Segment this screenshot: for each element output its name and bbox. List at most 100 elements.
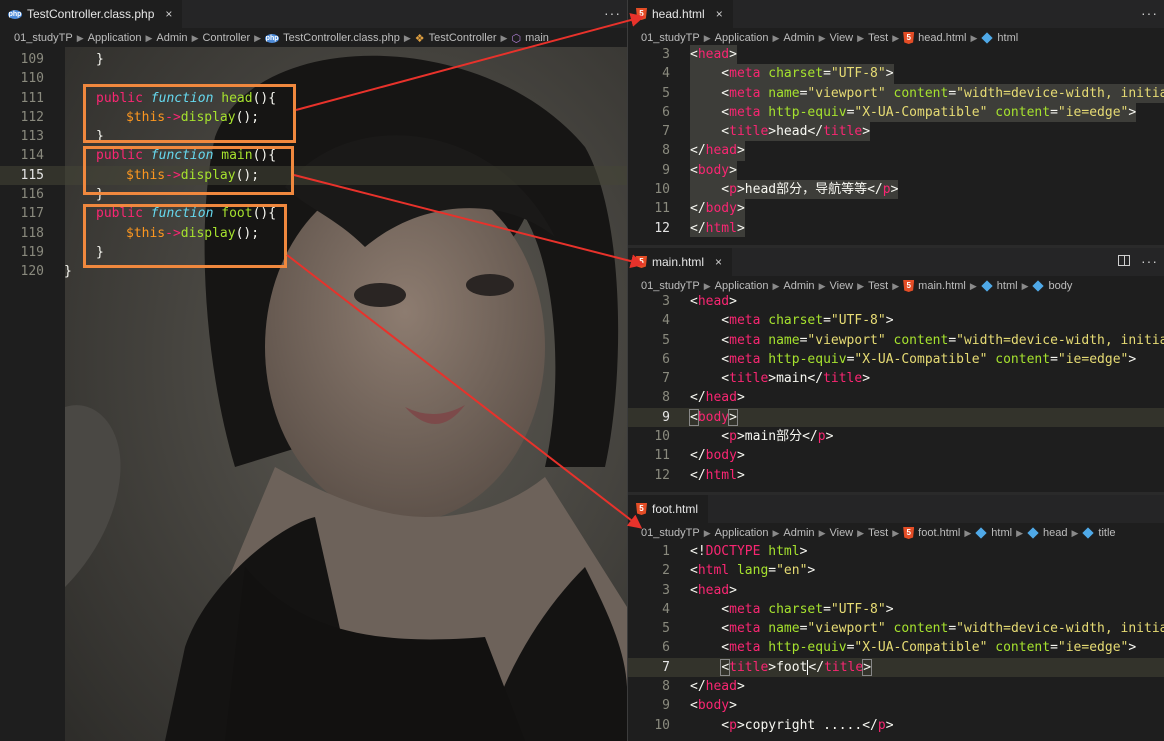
split-editor-icon[interactable] <box>1118 255 1130 266</box>
line-number: 11 <box>654 448 670 464</box>
foot-code-area[interactable]: 1 <!DOCTYPE html> 2 <html lang="en"> 3 <hea… <box>628 542 1164 741</box>
code-line: <head> <box>690 45 737 65</box>
line-number: 4 <box>662 601 670 617</box>
foot-tab-bar: 5 foot.html <box>628 495 1164 523</box>
line-number: 8 <box>662 390 670 406</box>
breadcrumb-item[interactable]: View <box>829 280 853 292</box>
line-number: 2 <box>662 563 670 579</box>
chevron-right-icon: ▶ <box>403 32 411 43</box>
line-number: 3 <box>662 582 670 598</box>
chevron-right-icon: ▶ <box>818 527 826 538</box>
breadcrumb-item[interactable]: Application <box>715 280 769 292</box>
breadcrumb-item[interactable]: 01_studyTP <box>641 32 700 44</box>
breadcrumb-item[interactable]: title <box>1098 527 1115 539</box>
breadcrumb-item[interactable]: Test <box>868 527 888 539</box>
line-number: 8 <box>662 679 670 695</box>
code-line: <title>head</title> <box>690 122 871 142</box>
close-icon[interactable]: × <box>715 255 722 269</box>
tab-label: TestController.class.php <box>27 7 155 21</box>
tab-foot-html[interactable]: 5 foot.html <box>628 495 709 523</box>
tab-testcontroller[interactable]: php TestController.class.php × <box>0 0 183 28</box>
more-actions-icon[interactable]: ··· <box>1141 253 1158 269</box>
chevron-right-icon: ▶ <box>892 32 900 43</box>
element-icon <box>1082 527 1095 539</box>
more-actions-icon[interactable]: ··· <box>1141 5 1158 21</box>
code-line: </head> <box>690 390 745 406</box>
code-line: </head> <box>690 679 745 695</box>
left-code-area[interactable]: 109} 110 111 public function head(){ 112 $… <box>0 50 627 282</box>
head-code-area[interactable]: 3 <head> 4 <meta charset="UTF-8"> 5 <meta… <box>628 45 1164 237</box>
left-tab-bar: php TestController.class.php × <box>0 0 627 28</box>
breadcrumb-item[interactable]: main <box>525 32 549 44</box>
breadcrumb-item[interactable]: 01_studyTP <box>14 32 73 44</box>
chevron-right-icon: ▶ <box>500 32 508 43</box>
breadcrumb-item[interactable]: body <box>1048 280 1072 292</box>
line-number: 6 <box>662 640 670 656</box>
breadcrumb-item[interactable]: head.html <box>918 32 966 44</box>
breadcrumb-item[interactable]: View <box>829 32 853 44</box>
chevron-right-icon: ▶ <box>892 280 900 291</box>
breadcrumb-item[interactable]: main.html <box>918 280 966 292</box>
code-line: <html lang="en"> <box>690 563 816 579</box>
breadcrumb-item[interactable]: TestController.class.php <box>283 32 400 44</box>
code-line: <meta charset="UTF-8"> <box>690 64 894 84</box>
breadcrumb-item[interactable]: Admin <box>783 280 814 292</box>
breadcrumb-item[interactable]: Application <box>715 527 769 539</box>
breadcrumb-item[interactable]: Controller <box>202 32 250 44</box>
line-number: 118 <box>20 225 44 241</box>
line-number: 114 <box>20 148 44 164</box>
code-line: </head> <box>690 141 745 161</box>
line-number: 7 <box>662 124 670 140</box>
line-number: 5 <box>662 332 670 348</box>
code-line: public function main(){ <box>96 148 277 164</box>
code-line: <p>main部分</p> <box>690 429 834 445</box>
line-number: 7 <box>662 659 670 675</box>
breadcrumb-item[interactable]: Test <box>868 280 888 292</box>
code-line: </body> <box>690 448 745 464</box>
main-code-area[interactable]: 3 <head> 4 <meta charset="UTF-8"> 5 <meta… <box>628 292 1164 485</box>
code-line: $this->display(); <box>126 109 260 125</box>
breadcrumb-item[interactable]: Admin <box>156 32 187 44</box>
close-icon[interactable]: × <box>716 7 723 21</box>
code-line: <meta charset="UTF-8"> <box>690 313 894 329</box>
line-number: 113 <box>20 129 44 145</box>
code-line: <head> <box>690 582 737 598</box>
breadcrumb-item[interactable]: 01_studyTP <box>641 527 700 539</box>
code-line: } <box>96 52 104 67</box>
more-actions-icon[interactable]: ··· <box>604 5 621 21</box>
tab-main-html[interactable]: 5 main.html × <box>628 248 733 276</box>
line-number: 5 <box>662 85 670 101</box>
breadcrumb-item[interactable]: Test <box>868 32 888 44</box>
chevron-right-icon: ▶ <box>772 280 780 291</box>
close-icon[interactable]: × <box>165 7 172 21</box>
breadcrumb-item[interactable]: Application <box>88 32 142 44</box>
chevron-right-icon: ▶ <box>818 280 826 291</box>
code-line: <body> <box>690 160 737 181</box>
tab-label: head.html <box>652 7 705 21</box>
html5-file-icon: 5 <box>636 503 647 515</box>
breadcrumb-item[interactable]: html <box>991 527 1012 539</box>
breadcrumb-item[interactable]: head <box>1043 527 1067 539</box>
breadcrumb-item[interactable]: Admin <box>783 527 814 539</box>
chevron-right-icon: ▶ <box>772 32 780 43</box>
breadcrumb-item[interactable]: Application <box>715 32 769 44</box>
breadcrumb-item[interactable]: 01_studyTP <box>641 280 700 292</box>
tab-head-html[interactable]: 5 head.html × <box>628 0 733 28</box>
code-line: </html> <box>690 467 745 483</box>
breadcrumb-item[interactable]: TestController <box>429 32 497 44</box>
breadcrumb-item[interactable]: foot.html <box>918 527 960 539</box>
line-number: 120 <box>20 264 44 280</box>
line-number: 10 <box>654 182 670 198</box>
breadcrumb-item[interactable]: html <box>997 280 1018 292</box>
code-line: <p>copyright .....</p> <box>690 717 894 733</box>
code-line: </body> <box>690 199 745 219</box>
line-number: 10 <box>654 429 670 445</box>
breadcrumb-item[interactable]: html <box>997 32 1018 44</box>
breadcrumb: 01_studyTP ▶ Application ▶ Admin ▶ View ▶ Te… <box>641 524 1161 542</box>
chevron-right-icon: ▶ <box>969 280 977 291</box>
code-line: public function foot(){ <box>96 206 277 222</box>
breadcrumb-item[interactable]: View <box>829 527 853 539</box>
line-number: 11 <box>654 201 670 217</box>
breadcrumb-item[interactable]: Admin <box>783 32 814 44</box>
chevron-right-icon: ▶ <box>857 32 865 43</box>
